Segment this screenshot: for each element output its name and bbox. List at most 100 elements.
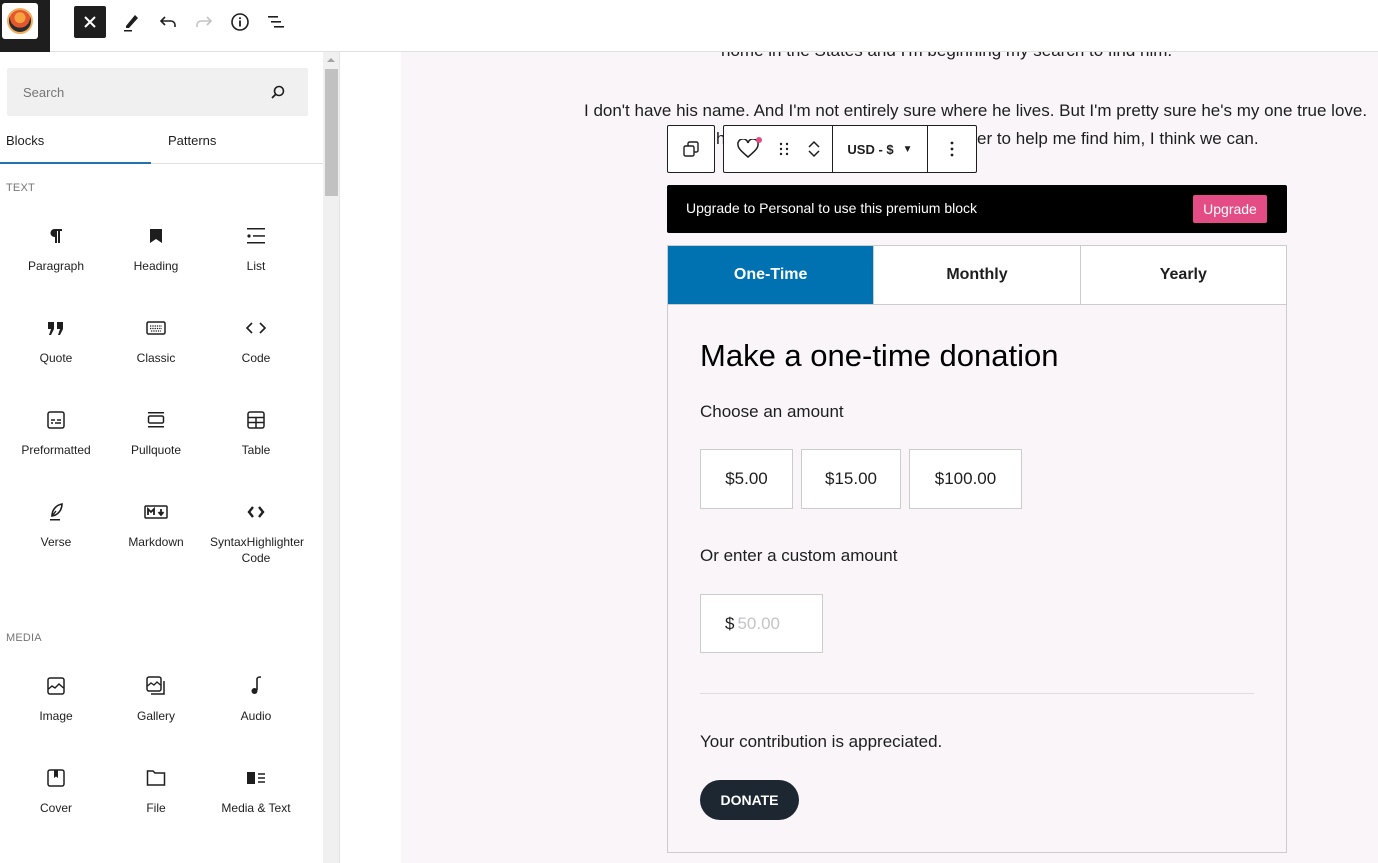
block-label: Markdown xyxy=(128,535,184,549)
code-bold-icon xyxy=(244,500,268,524)
undo-button[interactable] xyxy=(152,6,184,38)
block-type-button[interactable] xyxy=(724,126,772,172)
close-icon xyxy=(84,16,96,28)
tab-one-time[interactable]: One-Time xyxy=(668,246,874,304)
site-logo-button[interactable] xyxy=(0,0,50,52)
block-label: SyntaxHighlighter Code xyxy=(210,535,305,565)
tools-button[interactable] xyxy=(115,6,147,38)
currency-label: USD - $ xyxy=(847,141,894,157)
block-search-input[interactable] xyxy=(7,68,247,116)
media-blocks-grid: Image Gallery Audio Cover File Media & T… xyxy=(6,660,306,844)
close-inserter-button[interactable] xyxy=(74,6,106,38)
thanks-message[interactable]: Your contribution is appreciated. xyxy=(700,732,942,752)
verse-icon xyxy=(44,500,68,524)
duplicate-parent-icon xyxy=(683,141,699,157)
audio-icon xyxy=(244,674,268,698)
block-label: Gallery xyxy=(136,709,175,723)
block-table[interactable]: Table xyxy=(206,394,306,486)
block-pullquote[interactable]: Pullquote xyxy=(106,394,206,486)
block-markdown[interactable]: Markdown xyxy=(106,486,206,578)
upgrade-banner: Upgrade to Personal to use this premium … xyxy=(667,185,1287,233)
paragraph-text[interactable]: er to help me find him, I think we can. xyxy=(977,129,1259,149)
block-label: Media & Text xyxy=(221,801,291,815)
scroll-up-arrow-icon[interactable] xyxy=(327,58,335,62)
separator xyxy=(700,693,1254,694)
sidebar-scrollbar[interactable] xyxy=(323,52,340,863)
block-classic[interactable]: Classic xyxy=(106,302,206,394)
more-vertical-icon xyxy=(950,141,954,157)
editor-top-bar xyxy=(0,0,1378,52)
list-view-button[interactable] xyxy=(260,6,292,38)
scrollbar-thumb[interactable] xyxy=(325,69,338,196)
block-file[interactable]: File xyxy=(106,752,206,844)
drag-handle-icon xyxy=(779,142,789,156)
drag-handle[interactable] xyxy=(772,126,796,172)
tab-patterns-label: Patterns xyxy=(168,133,217,148)
paragraph-text[interactable]: home in the States and I'm beginning my … xyxy=(721,52,1172,61)
move-buttons xyxy=(796,126,832,172)
redo-button[interactable] xyxy=(188,6,220,38)
block-label: Verse xyxy=(40,535,72,549)
keyboard-icon xyxy=(144,316,168,340)
redo-icon xyxy=(196,16,213,27)
tab-yearly[interactable]: Yearly xyxy=(1079,246,1286,304)
block-cover[interactable]: Cover xyxy=(6,752,106,844)
paragraph-text[interactable]: I don't have his name. And I'm not entir… xyxy=(584,101,1367,121)
block-syntaxhighlighter-code[interactable]: SyntaxHighlighter Code xyxy=(206,486,306,578)
editor-canvas-area: home in the States and I'm beginning my … xyxy=(341,52,1378,863)
block-media-text[interactable]: Media & Text xyxy=(206,752,306,844)
info-icon xyxy=(231,13,249,31)
block-label: Classic xyxy=(136,351,176,365)
block-label: Image xyxy=(39,709,73,723)
amount-option[interactable]: $100.00 xyxy=(909,449,1022,509)
tab-blocks[interactable]: Blocks xyxy=(0,122,151,164)
donation-frequency-tabs: One-Time Monthly Yearly xyxy=(668,246,1286,305)
block-paragraph[interactable]: Paragraph xyxy=(6,210,106,302)
upgrade-button[interactable]: Upgrade xyxy=(1193,195,1267,223)
currency-dropdown[interactable]: USD - $ ▼ xyxy=(833,126,927,172)
block-code[interactable]: Code xyxy=(206,302,306,394)
custom-amount-label[interactable]: Or enter a custom amount xyxy=(700,546,897,566)
donation-heading[interactable]: Make a one-time donation xyxy=(700,338,1058,374)
custom-amount-input[interactable]: $50.00 xyxy=(700,594,823,653)
more-options-button[interactable] xyxy=(928,126,976,172)
block-preformatted[interactable]: Preformatted xyxy=(6,394,106,486)
block-quote[interactable]: Quote xyxy=(6,302,106,394)
amount-option[interactable]: $5.00 xyxy=(700,449,793,509)
heading-icon xyxy=(144,224,168,248)
table-icon xyxy=(244,408,268,432)
block-label: File xyxy=(146,801,166,815)
block-label: Paragraph xyxy=(27,259,85,273)
donate-button[interactable]: DONATE xyxy=(700,780,799,820)
details-button[interactable] xyxy=(224,6,256,38)
undo-icon xyxy=(159,16,176,27)
code-icon xyxy=(244,316,268,340)
block-audio[interactable]: Audio xyxy=(206,660,306,752)
block-list[interactable]: List xyxy=(206,210,306,302)
move-up-icon[interactable] xyxy=(807,139,821,149)
block-gallery[interactable]: Gallery xyxy=(106,660,206,752)
block-search[interactable] xyxy=(7,68,308,116)
caret-down-icon: ▼ xyxy=(902,143,913,155)
tab-monthly[interactable]: Monthly xyxy=(873,246,1080,304)
block-image[interactable]: Image xyxy=(6,660,106,752)
pencil-icon xyxy=(124,15,138,32)
block-verse[interactable]: Verse xyxy=(6,486,106,578)
choose-amount-label[interactable]: Choose an amount xyxy=(700,402,844,422)
block-label: Pullquote xyxy=(130,443,182,457)
block-label: Cover xyxy=(39,801,72,815)
upgrade-message: Upgrade to Personal to use this premium … xyxy=(686,200,978,216)
inserter-tabs: Blocks Patterns xyxy=(0,122,324,164)
amount-option[interactable]: $15.00 xyxy=(801,449,901,509)
currency-symbol: $ xyxy=(725,614,735,633)
media-text-icon xyxy=(244,766,268,790)
paragraph-icon xyxy=(44,224,68,248)
category-text-heading: TEXT xyxy=(6,182,35,194)
editor-canvas: home in the States and I'm beginning my … xyxy=(401,52,1378,863)
select-parent-button[interactable] xyxy=(667,125,715,173)
tab-patterns[interactable]: Patterns xyxy=(151,122,324,164)
image-icon xyxy=(44,674,68,698)
list-view-icon xyxy=(268,16,284,28)
move-down-icon[interactable] xyxy=(807,149,821,159)
block-heading[interactable]: Heading xyxy=(106,210,206,302)
